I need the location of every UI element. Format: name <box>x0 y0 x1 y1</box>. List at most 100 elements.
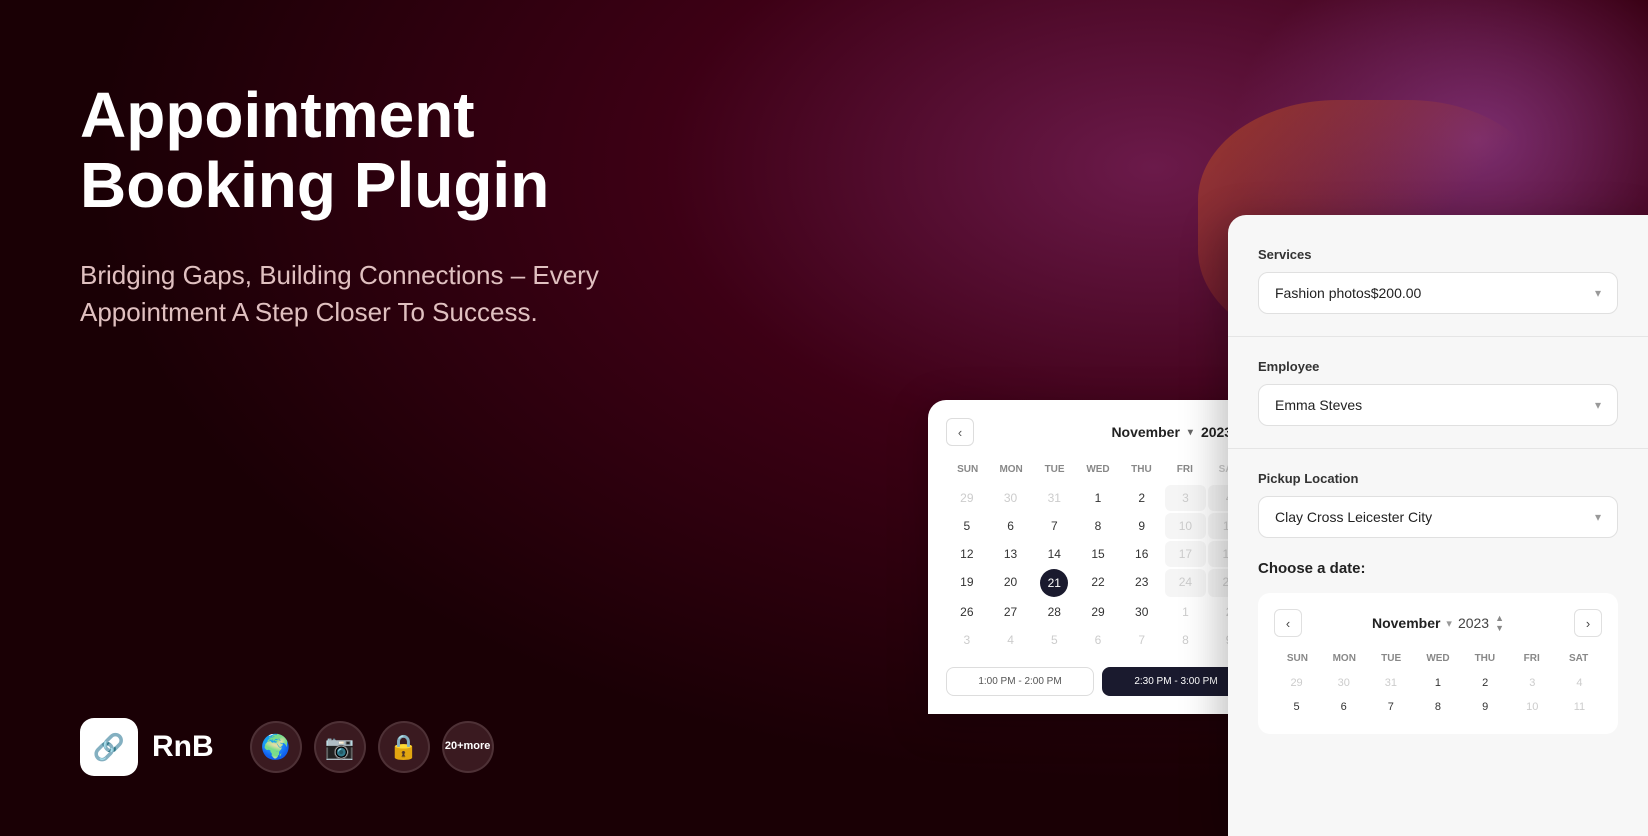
cal-cell[interactable]: 3 <box>946 627 988 653</box>
mini-cal-days-header: SUN MON TUE WED THU FRI SAT <box>1274 649 1602 668</box>
cal-cell[interactable]: 7 <box>1121 627 1163 653</box>
back-cal-prev-button[interactable]: ‹ <box>946 418 974 446</box>
mini-cell[interactable]: 6 <box>1321 696 1366 718</box>
mini-cell[interactable]: 2 <box>1463 672 1508 694</box>
services-select[interactable]: Fashion photos$200.00 ▾ <box>1258 272 1618 314</box>
mini-cell: 10 <box>1510 696 1555 718</box>
mini-cal-prev-button[interactable]: ‹ <box>1274 609 1302 637</box>
cal-cell[interactable]: 8 <box>1077 513 1119 539</box>
cal-cell[interactable]: 30 <box>990 485 1032 511</box>
more-plugins-badge: 20+ more <box>442 721 494 773</box>
cal-cell[interactable]: 31 <box>1033 485 1075 511</box>
cal-cell[interactable]: 13 <box>990 541 1032 567</box>
cal-cell[interactable]: 8 <box>1165 627 1207 653</box>
cal-cell[interactable]: 23 <box>1121 569 1163 597</box>
mini-cal-year: 2023 <box>1458 615 1489 631</box>
cal-cell[interactable]: 29 <box>1077 599 1119 625</box>
mini-cell: 11 <box>1557 696 1602 718</box>
mini-day-tue: TUE <box>1368 649 1415 668</box>
services-label: Services <box>1258 247 1618 262</box>
back-cal-day-sun: SUN <box>946 460 989 479</box>
services-value: Fashion photos$200.00 <box>1275 285 1421 301</box>
mini-cell[interactable]: 5 <box>1274 696 1319 718</box>
brand-logo: 🔗 RnB <box>80 718 214 776</box>
cal-cell[interactable]: 7 <box>1033 513 1075 539</box>
employee-select[interactable]: Emma Steves ▾ <box>1258 384 1618 426</box>
main-content: Appointment Booking Plugin Bridging Gaps… <box>0 0 1648 836</box>
plugin-icon-camera: 📷 <box>314 721 366 773</box>
back-cal-grid: 29 30 31 1 2 3 4 5 6 7 8 9 10 11 12 13 1… <box>946 485 1250 653</box>
back-cal-days-header: SUN MON TUE WED THU FRI SAT <box>946 460 1250 479</box>
cal-cell[interactable]: 19 <box>946 569 988 597</box>
cal-cell[interactable]: 2 <box>1121 485 1163 511</box>
time-slot-1[interactable]: 1:00 PM - 2:00 PM <box>946 667 1094 696</box>
mini-cal-next-button[interactable]: › <box>1574 609 1602 637</box>
mini-year-ctrl[interactable]: ▲ ▼ <box>1495 614 1504 633</box>
cal-cell[interactable]: 29 <box>946 485 988 511</box>
plugin-icon-lock: 🔒 <box>378 721 430 773</box>
cal-cell[interactable]: 27 <box>990 599 1032 625</box>
logo-row: 🔗 RnB 🌍 📷 🔒 20+ more <box>80 718 494 776</box>
time-slots: 1:00 PM - 2:00 PM 2:30 PM - 3:00 PM <box>946 667 1250 696</box>
cal-cell[interactable]: 26 <box>946 599 988 625</box>
mini-cell[interactable]: 8 <box>1415 696 1460 718</box>
divider-2 <box>1228 448 1648 449</box>
mini-cell: 3 <box>1510 672 1555 694</box>
date-section-title: Choose a date: <box>1258 560 1618 577</box>
back-cal-day-tue: TUE <box>1033 460 1076 479</box>
back-cal-day-thu: THU <box>1120 460 1163 479</box>
back-cal-day-wed: WED <box>1076 460 1119 479</box>
cal-cell[interactable]: 14 <box>1033 541 1075 567</box>
divider-1 <box>1228 336 1648 337</box>
right-panels: ‹ November ▾ 2023 ▲ ▼ SUN MON TUE WED TH… <box>928 0 1648 836</box>
cal-cell[interactable]: 22 <box>1077 569 1119 597</box>
mini-day-sat: SAT <box>1555 649 1602 668</box>
cal-cell[interactable]: 9 <box>1121 513 1163 539</box>
cal-cell[interactable]: 16 <box>1121 541 1163 567</box>
back-cal-day-fri: FRI <box>1163 460 1206 479</box>
employee-value: Emma Steves <box>1275 397 1362 413</box>
cal-cell[interactable]: 15 <box>1077 541 1119 567</box>
plugin-icon-globe: 🌍 <box>250 721 302 773</box>
mini-cell[interactable]: 9 <box>1463 696 1508 718</box>
cal-cell[interactable]: 1 <box>1077 485 1119 511</box>
pickup-select[interactable]: Clay Cross Leicester City ▾ <box>1258 496 1618 538</box>
cal-cell[interactable]: 30 <box>1121 599 1163 625</box>
subtitle: Bridging Gaps, Building Connections – Ev… <box>80 257 640 332</box>
cal-cell[interactable]: 6 <box>990 513 1032 539</box>
services-chevron-icon: ▾ <box>1595 286 1601 300</box>
cal-cell[interactable]: 5 <box>1033 627 1075 653</box>
cal-cell[interactable]: 6 <box>1077 627 1119 653</box>
mini-day-mon: MON <box>1321 649 1368 668</box>
employee-label: Employee <box>1258 359 1618 374</box>
back-cal-header: ‹ November ▾ 2023 ▲ ▼ <box>946 418 1250 446</box>
mini-calendar: ‹ November ▾ 2023 ▲ ▼ › SUN MON <box>1258 593 1618 734</box>
mini-cell[interactable]: 31 <box>1368 672 1413 694</box>
mini-cell[interactable]: 7 <box>1368 696 1413 718</box>
pickup-label: Pickup Location <box>1258 471 1618 486</box>
cal-cell[interactable]: 1 <box>1165 599 1207 625</box>
cal-cell: 10 <box>1165 513 1207 539</box>
mini-cal-header: ‹ November ▾ 2023 ▲ ▼ › <box>1274 609 1602 637</box>
pickup-value: Clay Cross Leicester City <box>1275 509 1432 525</box>
main-title: Appointment Booking Plugin <box>80 80 730 221</box>
mini-day-fri: FRI <box>1508 649 1555 668</box>
employee-chevron-icon: ▾ <box>1595 398 1601 412</box>
mini-month-chevron-icon: ▾ <box>1446 617 1452 630</box>
plugin-icons-row: 🌍 📷 🔒 20+ more <box>250 721 494 773</box>
cal-cell[interactable]: 4 <box>990 627 1032 653</box>
cal-cell[interactable]: 20 <box>990 569 1032 597</box>
mini-cal-month: November <box>1372 615 1440 631</box>
cal-cell[interactable]: 5 <box>946 513 988 539</box>
mini-cell: 4 <box>1557 672 1602 694</box>
mini-cal-grid: 29 30 31 1 2 3 4 5 6 7 8 9 10 11 <box>1274 672 1602 718</box>
mini-cell[interactable]: 30 <box>1321 672 1366 694</box>
back-cal-day-mon: MON <box>989 460 1032 479</box>
mini-cell[interactable]: 29 <box>1274 672 1319 694</box>
cal-cell[interactable]: 28 <box>1033 599 1075 625</box>
booking-panel: Services Fashion photos$200.00 ▾ Employe… <box>1228 215 1648 836</box>
cal-cell[interactable]: 12 <box>946 541 988 567</box>
mini-cell[interactable]: 1 <box>1415 672 1460 694</box>
cal-cell-selected[interactable]: 21 <box>1040 569 1068 597</box>
pickup-chevron-icon: ▾ <box>1595 510 1601 524</box>
